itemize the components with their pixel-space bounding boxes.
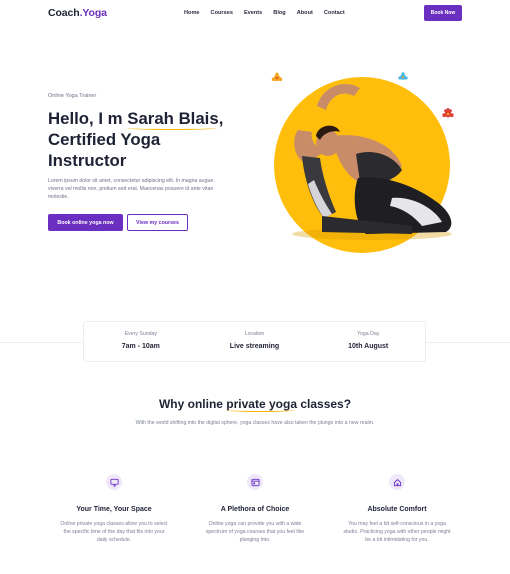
schedule-info-card: Every Sunday 7am - 10am Location Live st… — [83, 321, 426, 362]
hero-description: Lorem ipsum dolor sit amet, consectetur … — [48, 178, 215, 200]
site-logo[interactable]: Coach.Yoga — [48, 7, 107, 19]
nav-link-blog[interactable]: Blog — [273, 10, 285, 16]
info-cell-location: Location Live streaming — [198, 322, 312, 361]
why-title-post: classes? — [297, 397, 352, 411]
nav-link-home[interactable]: Home — [184, 10, 200, 16]
view-courses-button[interactable]: View my courses — [127, 214, 188, 231]
browser-window-icon — [247, 474, 263, 490]
feature-description: Online private yoga classes allow you to… — [60, 521, 168, 544]
feature-card-choice: A Plethora of Choice Online yoga can pro… — [195, 474, 315, 545]
why-section-title: Why online private yoga classes? — [0, 397, 510, 412]
info-label: Every Sunday — [124, 331, 157, 337]
headline-line-2: Certified Yoga — [48, 130, 161, 149]
flower-blue-icon — [398, 72, 408, 80]
nav-link-contact[interactable]: Contact — [324, 10, 345, 16]
feature-description: You may feel a bit self-conscious in a y… — [343, 521, 451, 544]
hero-eyebrow: Online Yoga Trainer — [48, 93, 97, 99]
hero-headline: Hello, I m Sarah Blais, Certified Yoga I… — [48, 108, 238, 171]
logo-main-text: Coach — [48, 7, 80, 19]
book-online-yoga-button[interactable]: Book online yoga now — [48, 214, 123, 231]
feature-title: Your Time, Your Space — [76, 506, 152, 513]
logo-accent-text: .Yoga — [79, 7, 107, 19]
main-menu: Home Courses Events Blog About Contact — [184, 10, 356, 16]
feature-description: Online yoga can provide you with a wide … — [205, 521, 305, 544]
monitor-icon — [106, 474, 122, 490]
info-cell-schedule: Every Sunday 7am - 10am — [84, 322, 198, 361]
nav-link-courses[interactable]: Courses — [211, 10, 233, 16]
nav-link-about[interactable]: About — [297, 10, 313, 16]
feature-title: Absolute Comfort — [367, 506, 427, 513]
info-value: Live streaming — [229, 343, 280, 350]
top-navbar: Coach.Yoga Home Courses Events Blog Abou… — [0, 0, 510, 28]
feature-card-comfort: Absolute Comfort You may feel a bit self… — [337, 474, 457, 545]
headline-line-3: Instructor — [48, 151, 127, 170]
book-now-button[interactable]: Book Now — [424, 5, 462, 21]
flower-red-icon — [442, 108, 454, 118]
info-label: Location — [244, 331, 265, 337]
hero-yoga-illustration — [271, 72, 454, 253]
feature-title: A Plethora of Choice — [220, 506, 290, 513]
flower-orange-icon — [271, 72, 283, 82]
info-cell-yoga-day: Yoga Day 10th August — [311, 322, 425, 361]
home-icon — [389, 474, 405, 490]
why-section-subtitle: With the world shifting into the digital… — [135, 420, 375, 426]
headline-comma: , — [218, 109, 224, 128]
headline-greeting: Hello, I m — [48, 109, 128, 128]
info-value: 7am - 10am — [121, 343, 160, 350]
why-title-accent: private yoga — [226, 397, 297, 412]
info-label: Yoga Day — [357, 331, 380, 337]
feature-card-time: Your Time, Your Space Online private yog… — [54, 474, 174, 545]
info-value: 10th August — [348, 343, 389, 350]
headline-name: Sarah Blais — [127, 109, 219, 130]
nav-link-events[interactable]: Events — [244, 10, 262, 16]
why-title-pre: Why online — [158, 397, 227, 411]
